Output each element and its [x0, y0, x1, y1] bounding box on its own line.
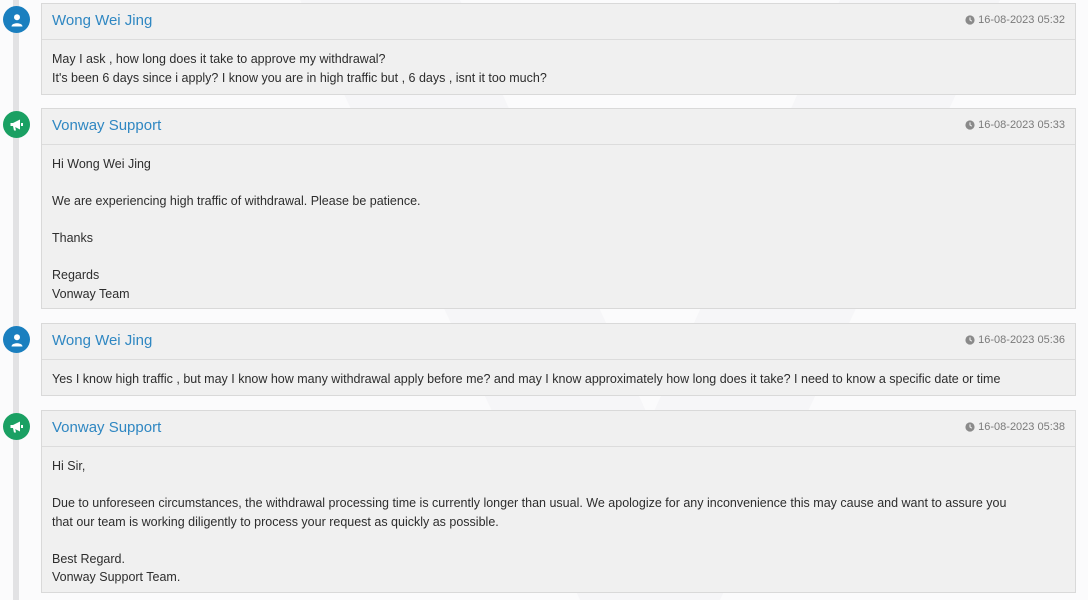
- message-body: Hi Sir, Due to unforeseen circumstances,…: [42, 447, 1075, 595]
- message-line: Vonway Support Team.: [52, 570, 181, 584]
- clock-icon: [965, 422, 975, 432]
- message-body: Yes I know high traffic , but may I know…: [42, 360, 1075, 397]
- message-header: Vonway Support 16-08-2023 05:38: [42, 411, 1075, 447]
- message-line: Best Regard.: [52, 551, 125, 566]
- message-line: May I ask , how long does it take to app…: [52, 52, 386, 66]
- clock-icon: [965, 335, 975, 345]
- message-line: Thanks: [52, 231, 93, 245]
- message-line: [52, 211, 1065, 230]
- user-icon: [3, 6, 30, 33]
- author-name[interactable]: Wong Wei Jing: [52, 332, 152, 349]
- message-line: that our team is working diligently to p…: [52, 514, 499, 529]
- message-line: Regards: [52, 268, 100, 282]
- timestamp-text: 16-08-2023 05:38: [978, 421, 1065, 433]
- message-line: Yes I know high traffic , but may I know…: [52, 372, 1001, 386]
- message-body: Hi Wong Wei Jing We are experiencing hig…: [42, 145, 1075, 311]
- user-icon: [3, 326, 30, 353]
- message-card: Vonway Support 16-08-2023 05:33 Hi Wong …: [41, 108, 1076, 309]
- message-line: [52, 248, 1065, 267]
- message-line: Hi Wong Wei Jing: [52, 157, 151, 171]
- message-timestamp: 16-08-2023 05:32: [965, 14, 1065, 26]
- megaphone-icon: [3, 413, 30, 440]
- megaphone-icon: [3, 111, 30, 138]
- message-line: Vonway Team: [52, 286, 130, 301]
- clock-icon: [965, 15, 975, 25]
- message-line: Due to unforeseen circumstances, the wit…: [52, 496, 1007, 510]
- author-name[interactable]: Wong Wei Jing: [52, 12, 152, 29]
- message-timestamp: 16-08-2023 05:38: [965, 421, 1065, 433]
- message-card: Vonway Support 16-08-2023 05:38 Hi Sir, …: [41, 410, 1076, 593]
- timeline-line: [13, 0, 19, 600]
- timestamp-text: 16-08-2023 05:33: [978, 119, 1065, 131]
- message-card: Wong Wei Jing 16-08-2023 05:32 May I ask…: [41, 3, 1076, 95]
- ticket-conversation: Wong Wei Jing 16-08-2023 05:32 May I ask…: [0, 0, 1088, 600]
- timestamp-text: 16-08-2023 05:36: [978, 334, 1065, 346]
- message-card: Wong Wei Jing 16-08-2023 05:36 Yes I kno…: [41, 323, 1076, 396]
- clock-icon: [965, 120, 975, 130]
- author-name[interactable]: Vonway Support: [52, 117, 161, 134]
- message-timestamp: 16-08-2023 05:36: [965, 334, 1065, 346]
- message-line: [52, 476, 1065, 495]
- message-timestamp: 16-08-2023 05:33: [965, 119, 1065, 131]
- message-header: Wong Wei Jing 16-08-2023 05:32: [42, 4, 1075, 40]
- author-name[interactable]: Vonway Support: [52, 419, 161, 436]
- timestamp-text: 16-08-2023 05:32: [978, 14, 1065, 26]
- message-header: Wong Wei Jing 16-08-2023 05:36: [42, 324, 1075, 360]
- message-body: May I ask , how long does it take to app…: [42, 40, 1075, 95]
- message-line: It's been 6 days since i apply? I know y…: [52, 70, 547, 85]
- message-line: [52, 174, 1065, 193]
- message-line: Hi Sir,: [52, 459, 86, 473]
- message-line: [52, 531, 1065, 550]
- message-header: Vonway Support 16-08-2023 05:33: [42, 109, 1075, 145]
- message-line: We are experiencing high traffic of with…: [52, 194, 421, 208]
